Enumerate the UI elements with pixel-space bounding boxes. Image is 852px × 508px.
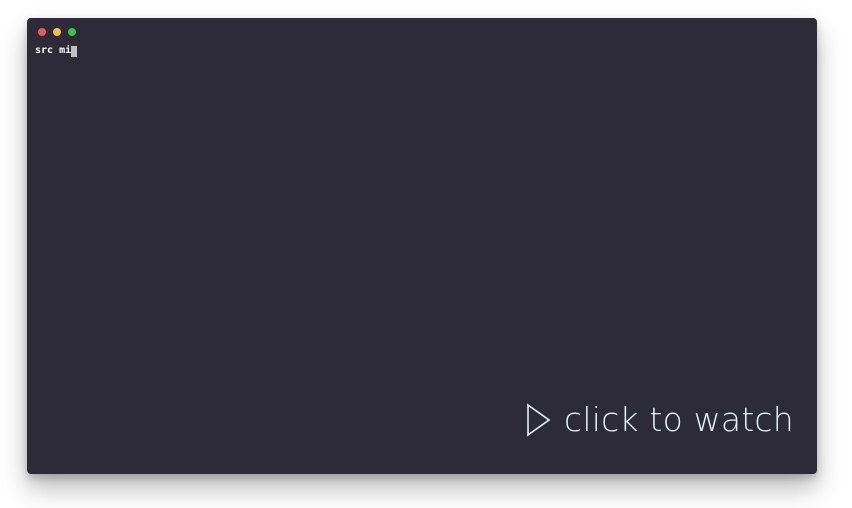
close-dot-icon (38, 28, 46, 36)
typed-text: src mi (35, 45, 72, 56)
minimize-dot-icon (53, 28, 61, 36)
maximize-dot-icon (68, 28, 76, 36)
terminal-input-line: src mi (35, 44, 78, 58)
window-controls (38, 28, 76, 36)
recording-preview[interactable]: src mi click to watch (0, 0, 852, 508)
click-to-watch-button[interactable]: click to watch (526, 398, 794, 442)
terminal-window: src mi click to watch (27, 18, 817, 474)
watch-label: click to watch (564, 400, 794, 439)
play-icon (526, 403, 552, 437)
cursor-block (71, 45, 78, 57)
